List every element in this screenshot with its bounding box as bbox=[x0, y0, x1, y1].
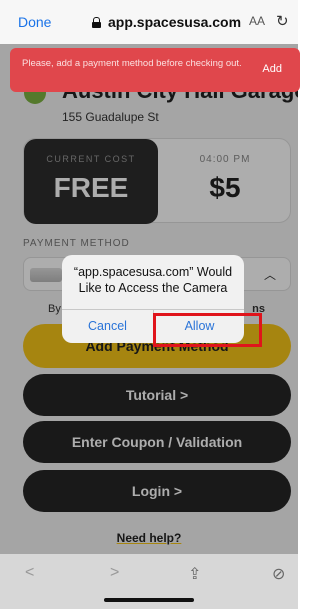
toast-add-button[interactable]: Add bbox=[262, 63, 282, 75]
url-text: app.spacesusa.com bbox=[108, 14, 242, 30]
browser-top-bar: Done app.spacesusa.com AA ↻ bbox=[0, 0, 298, 44]
dialog-title: “app.spacesusa.com” Would Like to Access… bbox=[73, 265, 233, 295]
compass-icon[interactable]: ⊘ bbox=[272, 564, 285, 584]
back-icon[interactable]: < bbox=[25, 564, 34, 582]
home-indicator bbox=[104, 598, 194, 602]
allow-highlight-box bbox=[153, 313, 262, 347]
forward-icon[interactable]: > bbox=[110, 564, 119, 582]
lock-icon bbox=[92, 16, 101, 28]
text-size-button[interactable]: AA bbox=[249, 14, 265, 28]
error-toast: Please, add a payment method before chec… bbox=[10, 48, 300, 92]
address-bar[interactable]: app.spacesusa.com bbox=[92, 14, 241, 30]
done-button[interactable]: Done bbox=[18, 14, 51, 30]
cancel-button[interactable]: Cancel bbox=[62, 310, 153, 343]
toast-message: Please, add a payment method before chec… bbox=[22, 58, 242, 69]
share-icon[interactable]: ⇪ bbox=[188, 564, 201, 584]
reload-icon[interactable]: ↻ bbox=[276, 12, 289, 30]
